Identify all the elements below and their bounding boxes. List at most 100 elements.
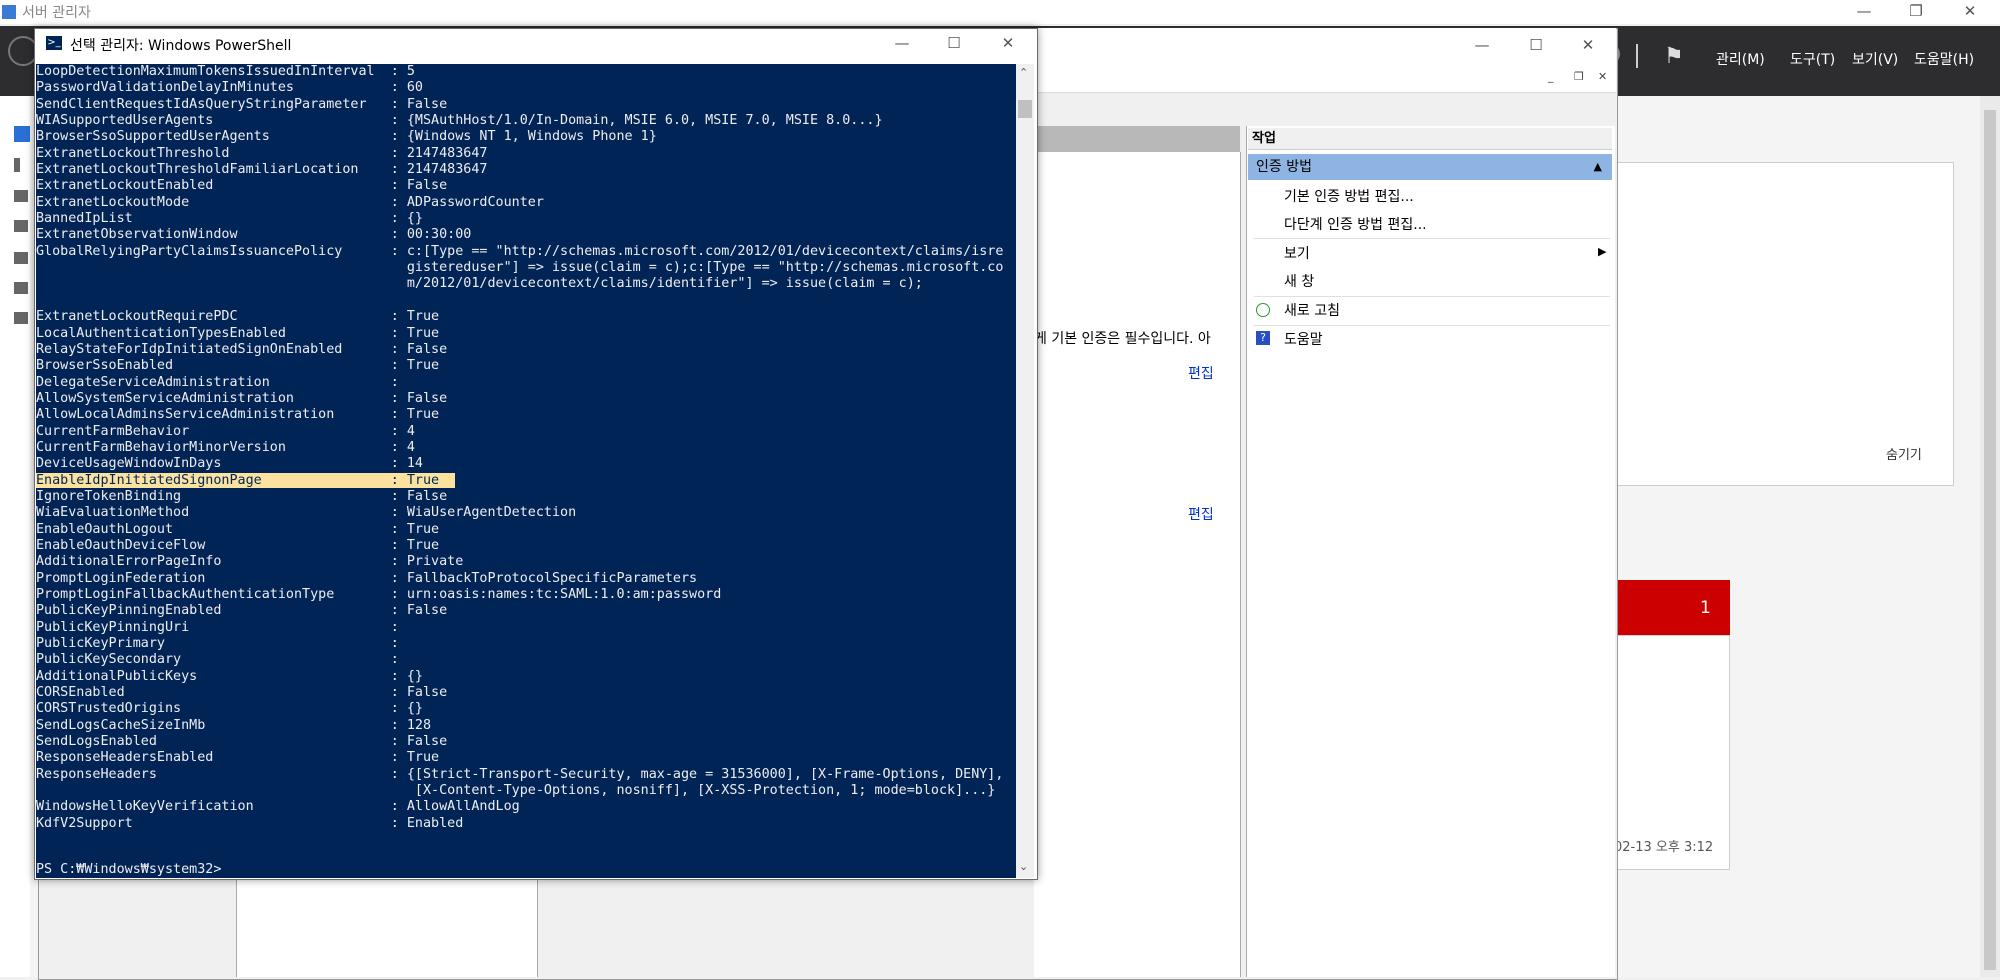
- ps-property-value: 128: [406, 717, 432, 733]
- ps-property-value: m/2012/01/devicecontext/claims/identifie…: [406, 276, 923, 292]
- local-server-icon[interactable]: [14, 158, 20, 172]
- mmc-minimize-icon[interactable]: —: [1460, 34, 1504, 58]
- ps-output-line: ExtranetLockoutMode : ADPasswordCounter: [36, 195, 1003, 211]
- ps-property-name: EnableOauthDeviceFlow: [36, 537, 206, 553]
- ps-output-line: ExtranetLockoutRequirePDC : True: [36, 309, 1003, 325]
- ps-separator: :: [221, 603, 407, 619]
- edit-multifactor-link[interactable]: 편집: [1188, 504, 1214, 524]
- ps-property-name: CurrentFarmBehavior: [36, 423, 190, 439]
- ps-maximize-icon[interactable]: ☐: [932, 32, 976, 56]
- ps-property-value: False: [406, 603, 448, 619]
- ps-property-name: BannedIpList: [36, 211, 133, 227]
- powershell-scrollbar[interactable]: [1016, 64, 1034, 878]
- ps-separator: :: [237, 309, 407, 325]
- action-refresh[interactable]: 새로 고침: [1284, 300, 1340, 320]
- flag-icon[interactable]: ⚑: [1664, 44, 1684, 69]
- ps-property-name: WIASupportedUserAgents: [36, 113, 214, 129]
- ps-separator: :: [342, 341, 407, 357]
- scroll-up-icon[interactable]: ⌃: [1019, 66, 1028, 79]
- ps-property-name: LoopDetectionMaximumTokensIssuedInInterv…: [36, 64, 375, 79]
- scroll-down-icon[interactable]: ⌄: [1019, 860, 1028, 873]
- menu-view[interactable]: 보기(V): [1852, 49, 1898, 69]
- ps-property-name: ExtranetLockoutEnabled: [36, 178, 214, 194]
- ps-property-name: ResponseHeaders: [36, 766, 157, 782]
- ps-output-line: ExtranetLockoutThresholdFamiliarLocation…: [36, 162, 1003, 178]
- ps-property-value: 4: [406, 423, 415, 439]
- powershell-scroll-thumb[interactable]: [1018, 100, 1032, 118]
- ps-separator: :: [269, 374, 407, 390]
- ps-property-value: True: [406, 472, 440, 488]
- ps-output-line: AllowLocalAdminsServiceAdministration : …: [36, 407, 1003, 423]
- ps-output-line: BannedIpList : {}: [36, 211, 1003, 227]
- edit-primary-link[interactable]: 편집: [1188, 363, 1214, 383]
- actions-section-label: 인증 방법: [1256, 159, 1312, 175]
- ps-output-line: IgnoreTokenBinding : False: [36, 489, 1003, 505]
- server-tile-header[interactable]: [1614, 580, 1730, 635]
- ps-property-value: False: [406, 488, 448, 504]
- file-storage-icon[interactable]: [14, 312, 28, 324]
- menu-tools[interactable]: 도구(T): [1790, 49, 1835, 69]
- menu-help[interactable]: 도움말(H): [1914, 49, 1974, 69]
- powershell-prompt[interactable]: PS C:₩Windows₩system32>: [36, 862, 221, 878]
- action-new-window[interactable]: 새 창: [1284, 271, 1314, 291]
- ps-separator: :: [124, 685, 407, 701]
- collapse-icon[interactable]: ▲: [1594, 154, 1602, 180]
- ps-property-value: True: [406, 309, 440, 325]
- menu-manage[interactable]: 관리(M): [1716, 49, 1765, 69]
- ps-separator: :: [285, 325, 407, 341]
- ps-close-icon[interactable]: ✕: [986, 32, 1030, 56]
- doc-close-icon[interactable]: ✕: [1598, 70, 1607, 83]
- ps-separator: :: [229, 145, 407, 161]
- header-divider: [1636, 44, 1638, 68]
- ps-property-value: FallbackToProtocolSpecificParameters: [406, 570, 698, 586]
- dns-icon[interactable]: [14, 282, 28, 294]
- ps-property-name: PublicKeyPrimary: [36, 636, 165, 652]
- ps-minimize-icon[interactable]: —: [880, 32, 924, 56]
- tile-alert-count: 1: [1700, 598, 1711, 618]
- ps-output-line: ResponseHeadersEnabled : True: [36, 750, 1003, 766]
- ps-output-line: ExtranetObservationWindow : 00:30:00: [36, 227, 1003, 243]
- ps-property-name: DeviceUsageWindowInDays: [36, 456, 222, 472]
- close-icon[interactable]: ✕: [1948, 0, 1992, 24]
- actions-section-auth-methods[interactable]: 인증 방법 ▲: [1248, 154, 1612, 180]
- minimize-icon[interactable]: —: [1842, 0, 1886, 24]
- help-icon: ?: [1256, 331, 1270, 345]
- all-servers-icon[interactable]: [14, 190, 28, 202]
- ps-property-value: {MSAuthHost/1.0/In-Domain, MSIE 6.0, MSI…: [406, 113, 883, 129]
- mmc-close-icon[interactable]: ✕: [1566, 34, 1610, 58]
- doc-minimize-icon[interactable]: _: [1548, 70, 1554, 83]
- tile-timestamp: 02-13 오후 3:12: [1614, 840, 1714, 855]
- ps-output-line: WindowsHelloKeyVerification : AllowAllAn…: [36, 799, 1003, 815]
- ps-output-line: CurrentFarmBehaviorMinorVersion : 4: [36, 440, 1003, 456]
- mmc-maximize-icon[interactable]: ☐: [1514, 34, 1558, 58]
- action-edit-multifactor[interactable]: 다단계 인증 방법 편집...: [1284, 214, 1427, 234]
- ps-property-name: ExtranetLockoutThreshold: [36, 145, 230, 161]
- ps-output-line: EnableOauthLogout : True: [36, 522, 1003, 538]
- doc-restore-icon[interactable]: ❐: [1574, 70, 1584, 83]
- ps-property-value: False: [406, 96, 448, 112]
- ps-separator: :: [213, 750, 407, 766]
- ps-property-value: 5: [406, 64, 415, 79]
- action-divider: [1254, 325, 1610, 326]
- action-help[interactable]: 도움말: [1284, 329, 1323, 349]
- ps-separator: :: [181, 488, 407, 504]
- restore-icon[interactable]: ❐: [1894, 0, 1938, 24]
- ad-fs-icon[interactable]: [14, 220, 28, 232]
- ps-property-value: True: [406, 750, 440, 766]
- dashboard-icon[interactable]: [14, 126, 30, 142]
- ps-output-line: WIASupportedUserAgents : {MSAuthHost/1.0…: [36, 113, 1003, 129]
- mmc-menubar: [1034, 62, 1616, 93]
- server-manager-scroll-thumb[interactable]: [1984, 110, 1996, 970]
- ps-output-line: m/2012/01/devicecontext/claims/identifie…: [36, 276, 1003, 292]
- ps-property-value: 60: [406, 80, 423, 96]
- action-divider: [1254, 296, 1610, 297]
- server-tile-body: [1614, 635, 1730, 870]
- ps-separator: :: [221, 456, 407, 472]
- ps-separator: :: [261, 472, 407, 488]
- action-view[interactable]: 보기: [1284, 243, 1310, 263]
- ad-ds-icon[interactable]: [14, 252, 28, 264]
- ps-output-line: CORSTrustedOrigins : {}: [36, 701, 1003, 717]
- hide-link[interactable]: 숨기기: [1886, 444, 1922, 463]
- action-edit-primary[interactable]: 기본 인증 방법 편집...: [1284, 186, 1414, 206]
- ps-output-line: WiaEvaluationMethod : WiaUserAgentDetect…: [36, 505, 1003, 521]
